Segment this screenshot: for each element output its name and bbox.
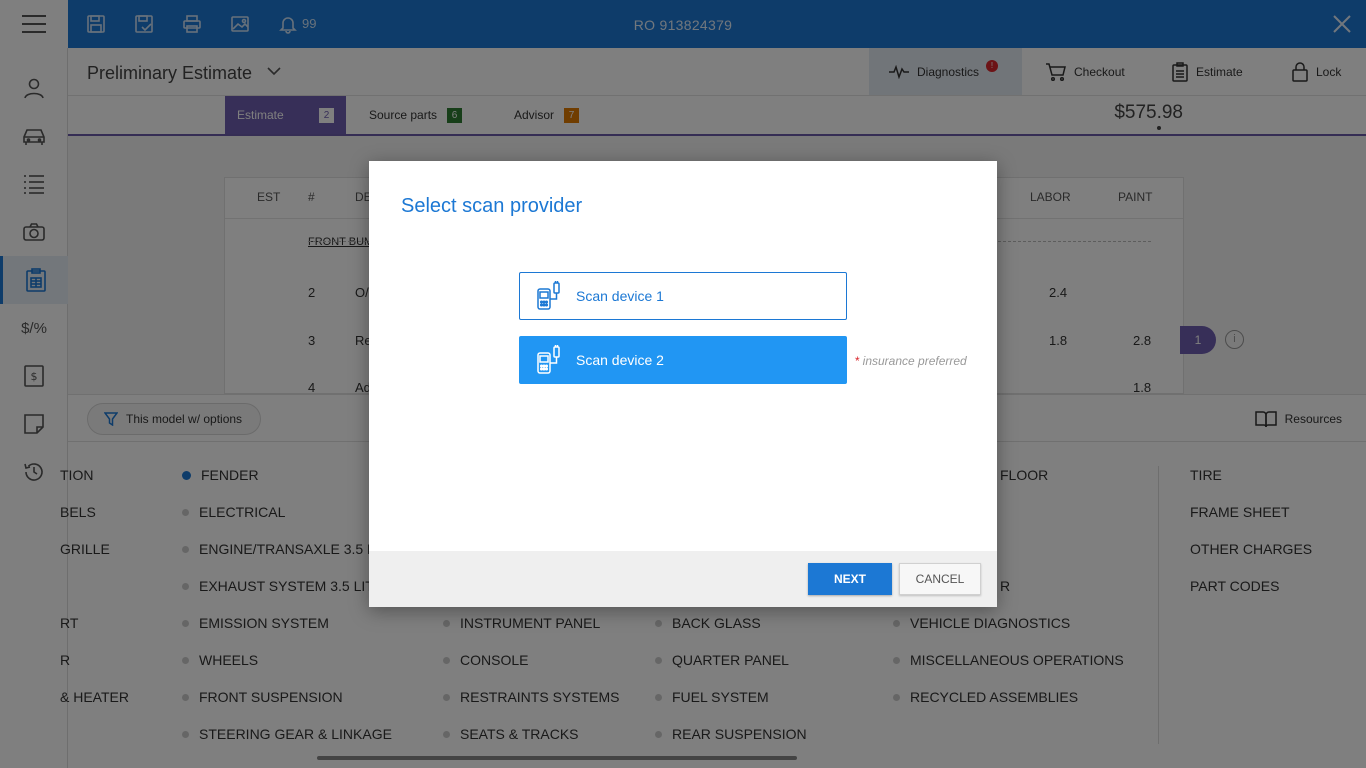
dialog-title: Select scan provider xyxy=(401,195,583,217)
required-star: * xyxy=(855,354,860,368)
next-button[interactable]: NEXT xyxy=(808,563,892,595)
scan-tool-icon xyxy=(534,281,564,311)
dialog-footer: NEXT CANCEL xyxy=(369,551,997,607)
insurance-note-text: insurance preferred xyxy=(862,354,967,368)
insurance-preferred-note: * insurance preferred xyxy=(855,354,967,368)
cancel-button[interactable]: CANCEL xyxy=(899,563,981,595)
provider-label: Scan device 1 xyxy=(576,288,664,304)
provider-label: Scan device 2 xyxy=(576,352,664,368)
scan-device-1-option[interactable]: Scan device 1 xyxy=(519,272,847,320)
scan-tool-icon xyxy=(534,345,564,375)
scan-provider-dialog: Select scan provider Scan device 1 Scan … xyxy=(369,161,997,607)
scan-device-2-option[interactable]: Scan device 2 xyxy=(519,336,847,384)
